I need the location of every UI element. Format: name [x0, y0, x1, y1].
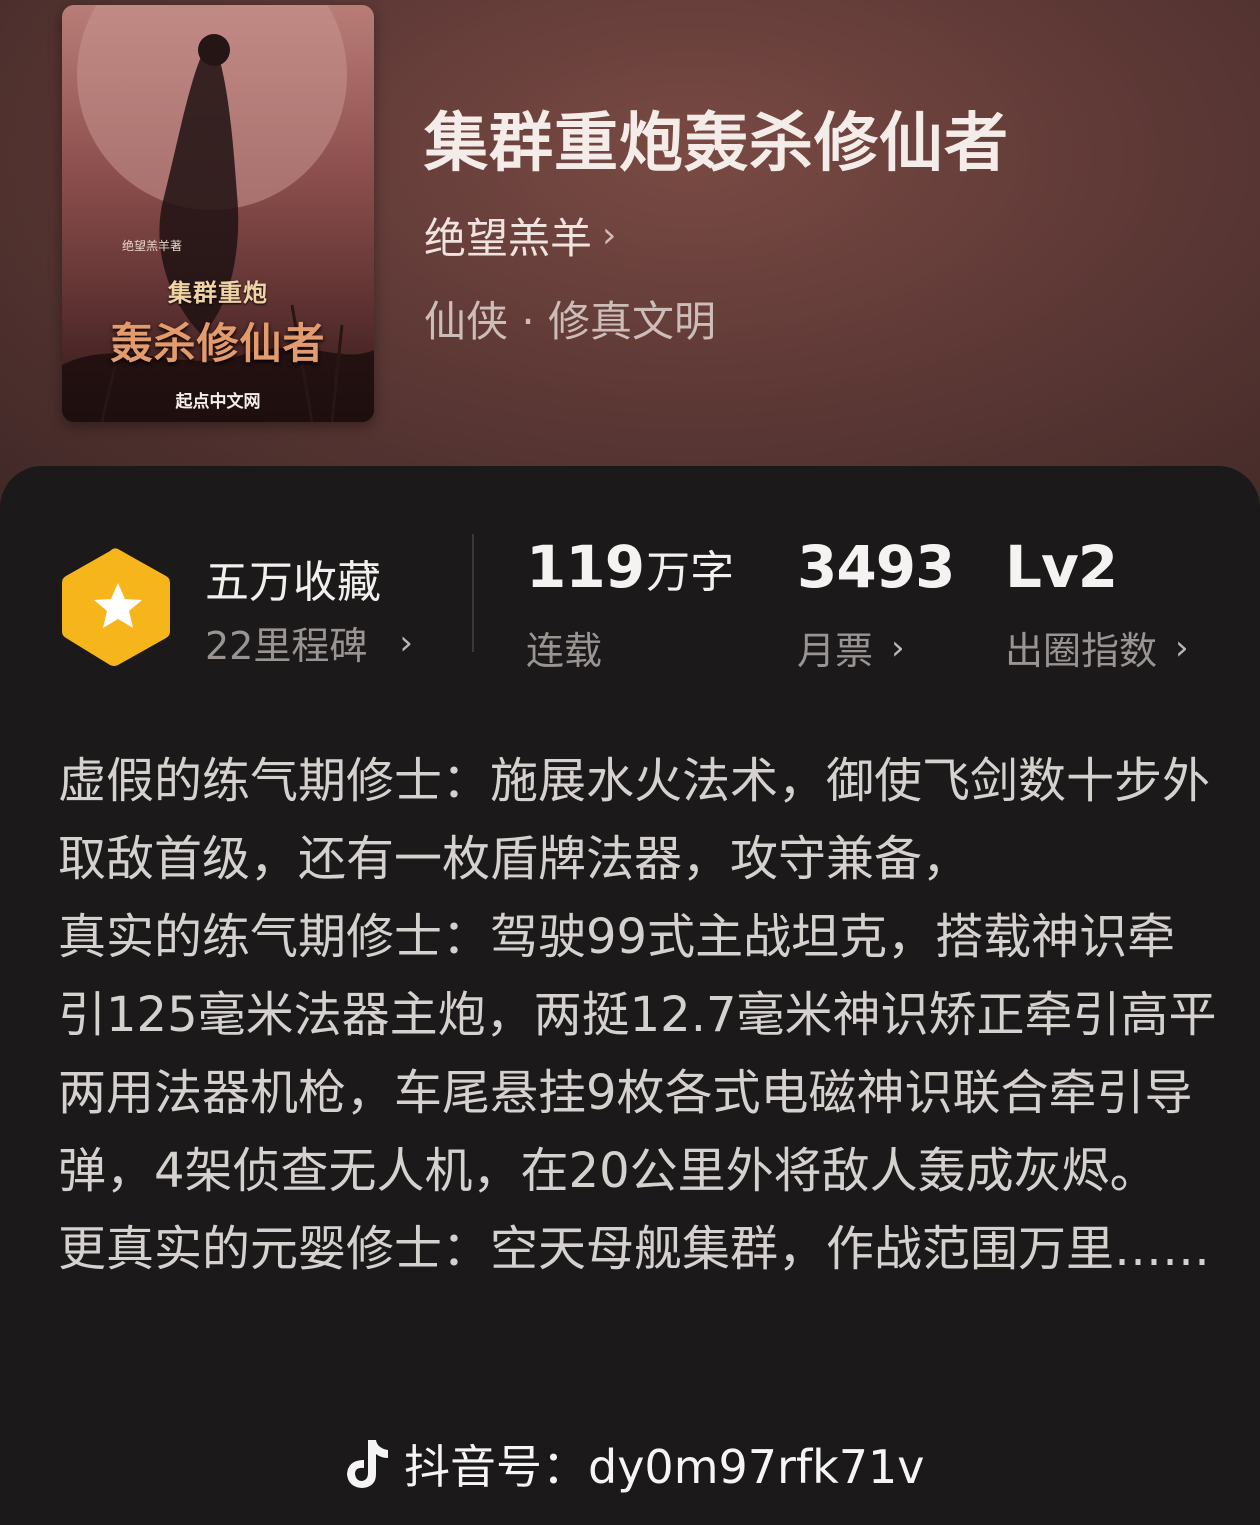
popularity-index-link[interactable]: 出圈指数 › [1005, 620, 1189, 675]
stats-divider [472, 534, 474, 652]
word-count: 119万字 [526, 533, 734, 601]
serial-status: 连载 [526, 629, 603, 673]
tiktok-note-icon [347, 1440, 388, 1488]
author-link[interactable]: 绝望羔羊 › [424, 205, 616, 266]
collection-milestone-title: 五万收藏 [205, 557, 381, 608]
book-description[interactable]: 虚假的练气期修士：施展水火法术，御使飞剑数十步外取敌首级，还有一枚盾牌法器，攻守… [58, 742, 1218, 1288]
monthly-ticket-label: 月票 [797, 629, 874, 673]
word-count-value: 119 [526, 533, 645, 601]
chevron-right-icon: › [399, 622, 413, 663]
popularity-level-value: Lv2 [1005, 533, 1118, 601]
author-name: 绝望羔羊 [424, 214, 593, 263]
monthly-ticket-value: 3493 [797, 533, 955, 601]
description-paragraph: 真实的练气期修士：驾驶99式主战坦克，搭载神识牵引125毫米法器主炮，两挺12.… [58, 909, 1217, 1199]
book-header: 绝望羔羊著 集群重炮 轰杀修仙者 起点中文网 集群重炮轰杀修仙者 绝望羔羊 › … [0, 0, 1260, 520]
star-hexagon-icon [62, 548, 170, 666]
description-paragraph: 虚假的练气期修士：施展水火法术，御使飞剑数十步外取敌首级，还有一枚盾牌法器，攻守… [58, 753, 1211, 887]
cover-publisher: 起点中文网 [175, 392, 261, 412]
genre-tags[interactable]: 仙侠 · 修真文明 [424, 288, 716, 349]
chevron-right-icon: › [602, 215, 617, 256]
book-cover[interactable]: 绝望羔羊著 集群重炮 轰杀修仙者 起点中文网 [62, 5, 374, 422]
cover-title-line1: 集群重炮 [168, 279, 268, 307]
description-paragraph: 更真实的元婴修士：空天母舰集群，作战范围万里…… [58, 1221, 1211, 1277]
chevron-right-icon: › [1175, 627, 1189, 668]
word-count-unit: 万字 [646, 547, 735, 598]
douyin-watermark: 抖音号：dy0m97rfk71v [344, 1434, 925, 1494]
milestone-link[interactable]: 22里程碑 › [205, 615, 413, 670]
book-title: 集群重炮轰杀修仙者 [424, 106, 1009, 181]
popularity-index-label: 出圈指数 [1005, 629, 1158, 673]
chevron-right-icon: › [891, 627, 905, 668]
milestone-count: 22里程碑 [205, 624, 368, 668]
monthly-ticket-link[interactable]: 月票 › [797, 620, 905, 675]
douyin-id-text: 抖音号：dy0m97rfk71v [404, 1440, 925, 1494]
cover-author-tag: 绝望羔羊著 [122, 239, 183, 253]
cover-title-line2: 轰杀修仙者 [110, 319, 326, 368]
